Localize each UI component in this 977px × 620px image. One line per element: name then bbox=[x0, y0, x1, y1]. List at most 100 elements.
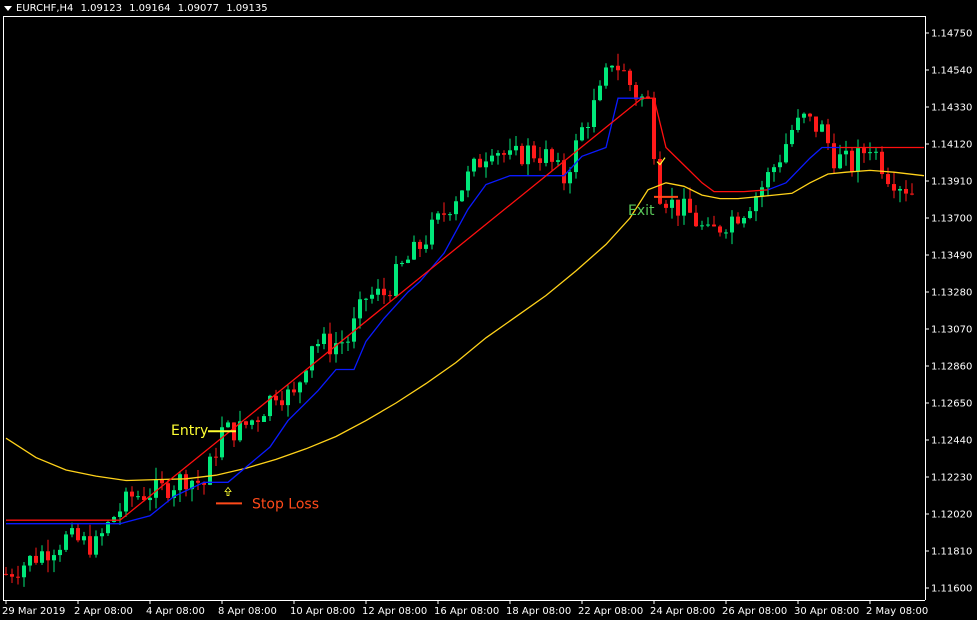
candle-body bbox=[598, 85, 602, 101]
candle-body bbox=[862, 148, 866, 154]
candle-body bbox=[442, 213, 446, 215]
candle-body bbox=[412, 241, 416, 260]
x-tick-label: 16 Apr 08:00 bbox=[434, 606, 499, 617]
candle-body bbox=[382, 288, 386, 296]
candle-body bbox=[730, 216, 734, 233]
candle-body bbox=[580, 127, 584, 141]
candle-body bbox=[478, 158, 482, 168]
candle-body bbox=[892, 184, 896, 191]
candle-body bbox=[562, 160, 566, 184]
candle-body bbox=[808, 113, 812, 117]
y-tick-label: 1.12020 bbox=[931, 510, 972, 521]
candle-body bbox=[130, 491, 134, 497]
candle-body bbox=[226, 422, 230, 428]
candle-body bbox=[64, 534, 68, 550]
candle-body bbox=[70, 528, 74, 535]
y-tick-label: 1.13700 bbox=[931, 214, 972, 225]
candle-body bbox=[472, 158, 476, 172]
candle-body bbox=[604, 67, 608, 86]
candle-body bbox=[292, 389, 296, 393]
y-tick-label: 1.12650 bbox=[931, 399, 972, 410]
candle-body bbox=[754, 196, 758, 212]
candle-body bbox=[280, 400, 284, 406]
candle-body bbox=[868, 152, 872, 154]
y-tick-label: 1.13910 bbox=[931, 177, 972, 188]
candle-body bbox=[322, 333, 326, 344]
candle-body bbox=[568, 172, 572, 184]
y-tick-label: 1.14120 bbox=[931, 140, 972, 151]
candle-body bbox=[316, 343, 320, 347]
candle-body bbox=[406, 259, 410, 263]
candle-body bbox=[364, 298, 368, 300]
candle-body bbox=[784, 144, 788, 163]
candle-body bbox=[250, 420, 254, 425]
candle-body bbox=[22, 565, 26, 578]
x-tick-label: 2 May 08:00 bbox=[866, 606, 928, 617]
candle-body bbox=[58, 549, 62, 556]
x-tick-label: 4 Apr 08:00 bbox=[146, 606, 205, 617]
candle-body bbox=[796, 117, 800, 130]
candle-body bbox=[700, 225, 704, 227]
candle-body bbox=[670, 199, 674, 208]
y-tick-label: 1.14330 bbox=[931, 103, 972, 114]
candle-body bbox=[94, 536, 98, 555]
price-chart[interactable]: Entry Stop Loss Exit 1.14750 1.14540 1.14330… bbox=[0, 0, 977, 620]
candle-body bbox=[538, 158, 542, 163]
y-tick-label: 1.14750 bbox=[931, 29, 972, 40]
trailing-stop-blue-line-2 bbox=[767, 146, 840, 191]
candle-body bbox=[376, 288, 380, 295]
candle-body bbox=[736, 216, 740, 224]
candle-body bbox=[838, 154, 842, 169]
candle-body bbox=[418, 241, 422, 249]
candle-body bbox=[154, 479, 158, 498]
candle-body bbox=[430, 219, 434, 245]
candle-body bbox=[508, 150, 512, 155]
y-tick-label: 1.12440 bbox=[931, 436, 972, 447]
candle-body bbox=[742, 217, 746, 224]
candle-body bbox=[10, 574, 14, 577]
candle-body bbox=[712, 224, 716, 227]
candle-body bbox=[820, 124, 824, 132]
candle-body bbox=[682, 198, 686, 216]
candle-body bbox=[898, 188, 902, 191]
candle-body bbox=[652, 97, 656, 159]
candle-body bbox=[436, 213, 440, 220]
candle-body bbox=[532, 145, 536, 159]
candle-body bbox=[118, 511, 122, 517]
candle-body bbox=[34, 555, 38, 563]
candle-body bbox=[724, 232, 728, 234]
candle-body bbox=[490, 155, 494, 162]
candle-body bbox=[40, 551, 44, 563]
y-tick-label: 1.13070 bbox=[931, 325, 972, 336]
candle-body bbox=[706, 224, 710, 226]
candle-body bbox=[166, 483, 170, 498]
candle-body bbox=[910, 193, 914, 195]
candle-body bbox=[16, 576, 20, 578]
candle-body bbox=[850, 150, 854, 172]
moving-average-line bbox=[5, 169, 925, 482]
x-tick-label: 18 Apr 08:00 bbox=[506, 606, 571, 617]
candle-body bbox=[76, 528, 80, 541]
x-tick-label: 30 Apr 08:00 bbox=[794, 606, 859, 617]
candle-body bbox=[112, 516, 116, 522]
candle-body bbox=[592, 100, 596, 128]
candle-body bbox=[766, 172, 770, 188]
candle-body bbox=[760, 187, 764, 197]
y-tick-label: 1.13490 bbox=[931, 251, 972, 262]
candle-body bbox=[904, 188, 908, 194]
candle-body bbox=[718, 226, 722, 233]
candle-body bbox=[814, 116, 818, 132]
candle-body bbox=[274, 395, 278, 401]
up-arrow-icon bbox=[224, 486, 232, 496]
candle-body bbox=[802, 113, 806, 118]
candle-body bbox=[304, 370, 308, 383]
y-tick-label: 1.11810 bbox=[931, 547, 972, 558]
candle-body bbox=[400, 262, 404, 265]
candle-body bbox=[622, 70, 626, 72]
x-tick-label: 29 Mar 2019 bbox=[2, 606, 65, 617]
candle-body bbox=[586, 127, 590, 129]
candle-body bbox=[184, 474, 188, 490]
candle-body bbox=[178, 474, 182, 491]
candle-body bbox=[346, 341, 350, 343]
candle-body bbox=[826, 124, 830, 144]
